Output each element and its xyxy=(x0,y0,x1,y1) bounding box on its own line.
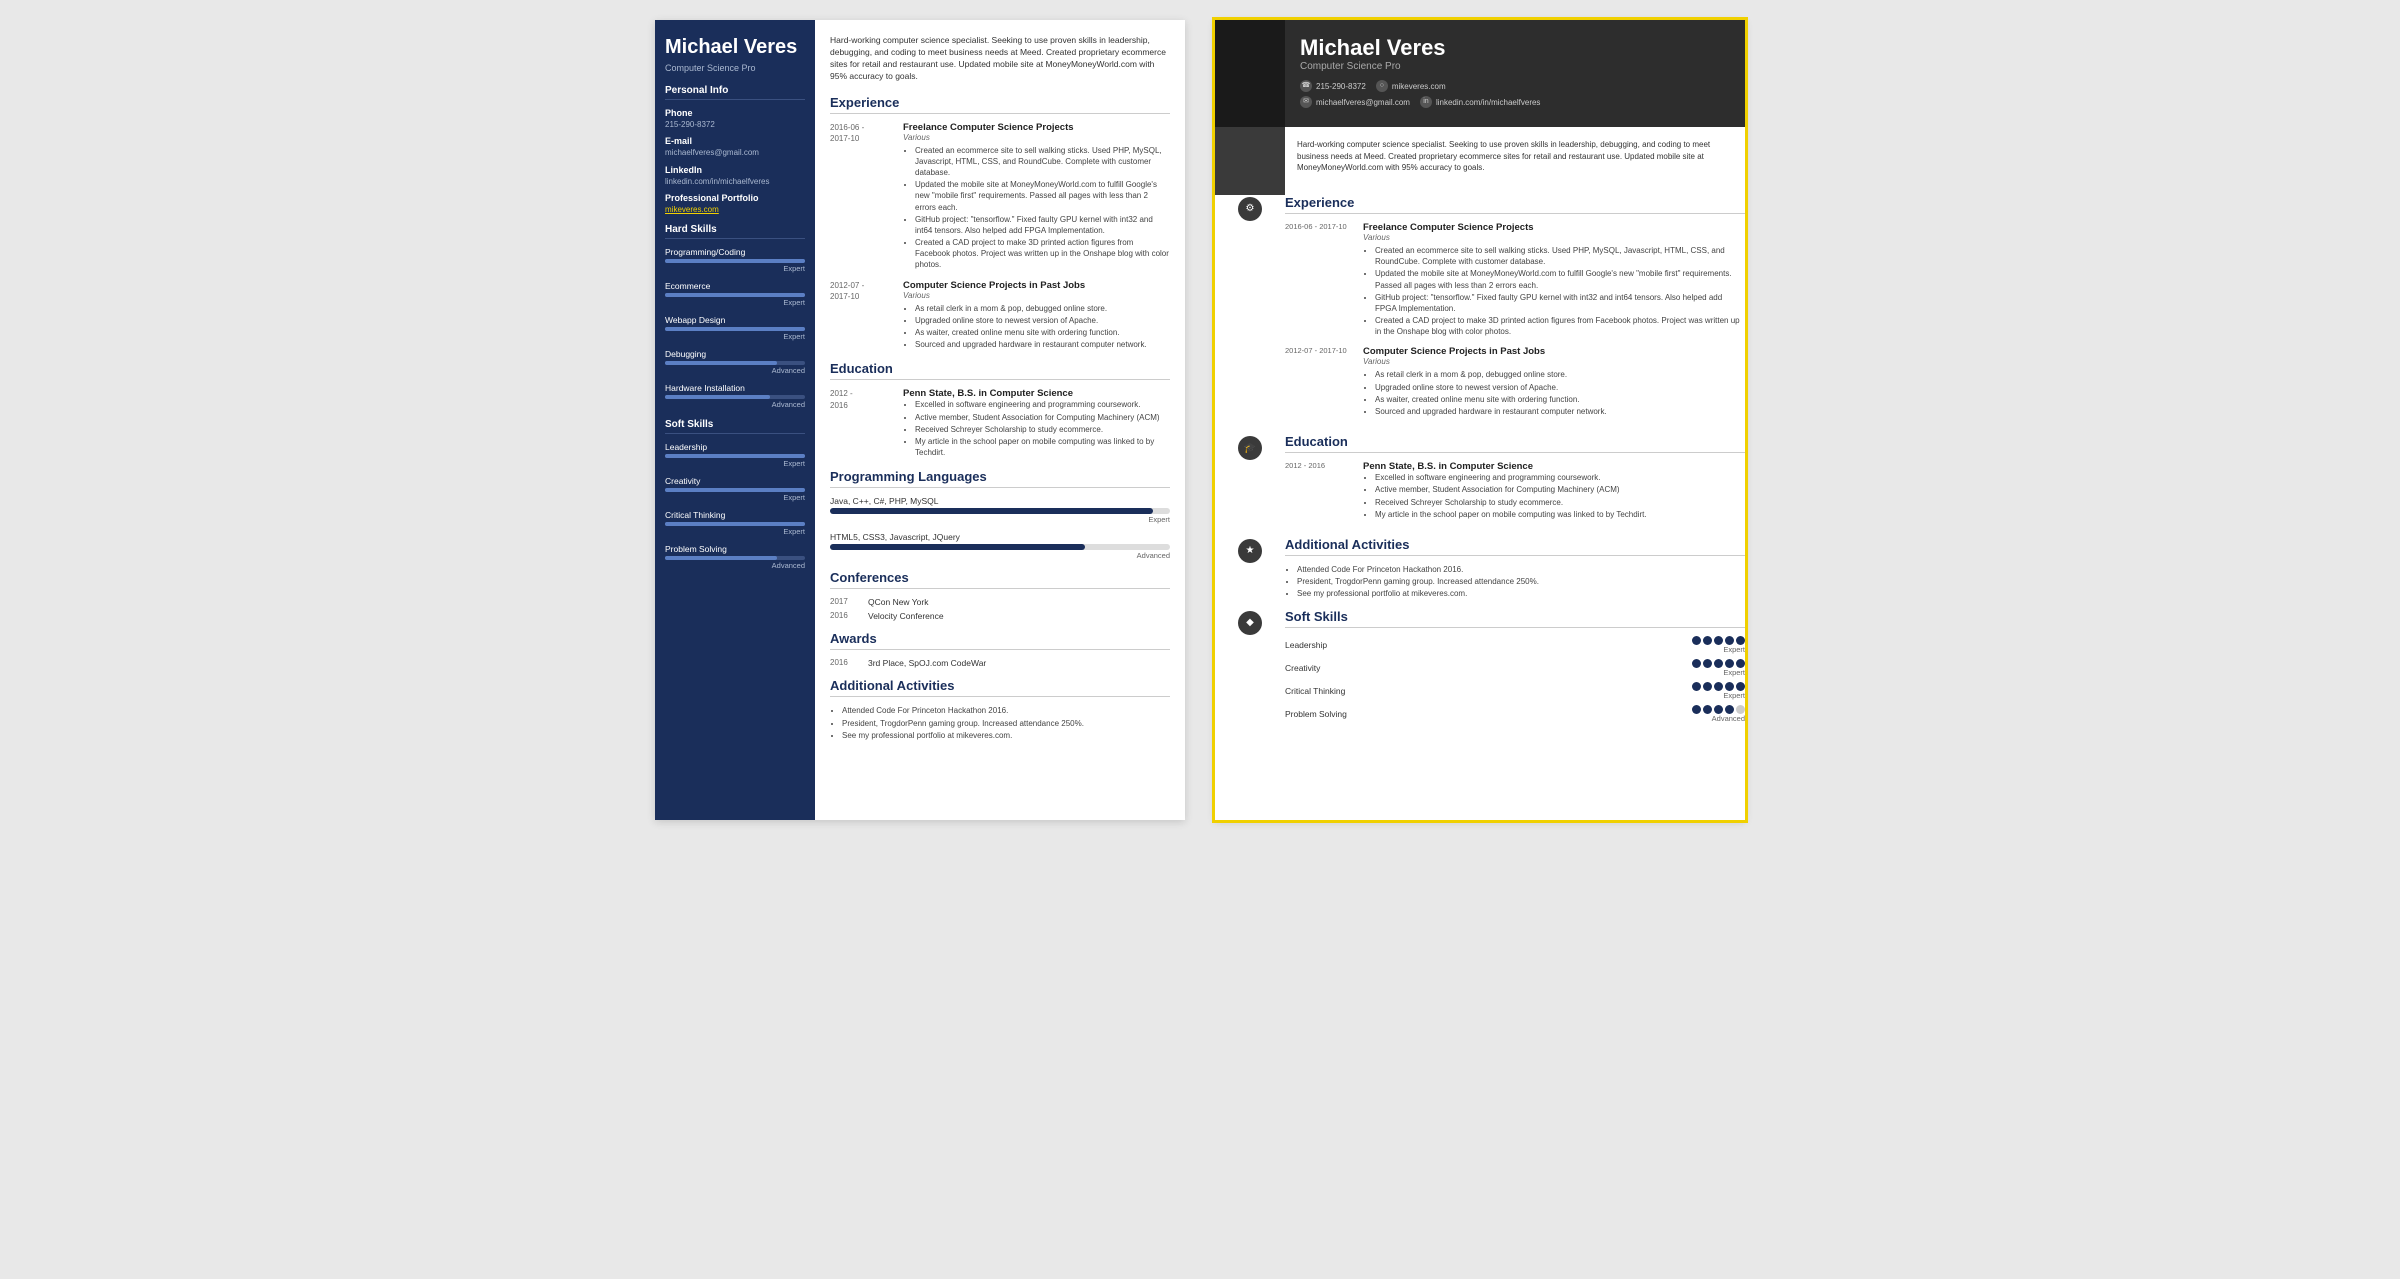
r2-soft-skills-section: ◆ Soft Skills Leadership Expert xyxy=(1215,609,1745,728)
resume2-name: Michael Veres xyxy=(1300,35,1730,61)
r2-experience-content: Experience 2016-06 - 2017-10 Freelance C… xyxy=(1285,195,1745,426)
r2-skill-critical: Critical Thinking Expert xyxy=(1285,682,1745,700)
r2-soft-skills-title: Soft Skills xyxy=(1285,609,1745,628)
r2-experience-section: ⚙ Experience 2016-06 - 2017-10 Freelance… xyxy=(1215,195,1745,426)
r2-experience-title: Experience xyxy=(1285,195,1745,214)
email-icon: ✉ xyxy=(1300,96,1312,108)
resume1-title: Computer Science Pro xyxy=(665,63,805,73)
resume2-contact-row-1: ☎ 215-290-8372 ○ mikeveres.com xyxy=(1300,80,1730,92)
website-icon: ○ xyxy=(1376,80,1388,92)
phone-value: 215-290-8372 xyxy=(665,120,805,130)
exp-entry-2: 2012-07 -2017-10 Computer Science Projec… xyxy=(830,280,1170,352)
r2-education-title: Education xyxy=(1285,434,1745,453)
experience-icon: ⚙ xyxy=(1238,197,1262,221)
linkedin-icon: in xyxy=(1420,96,1432,108)
skill-critical: Critical Thinking Expert xyxy=(665,510,805,536)
resume2-header-content: Michael Veres Computer Science Pro ☎ 215… xyxy=(1285,20,1745,127)
education-section-title: Education xyxy=(830,361,1170,380)
resume1-main: Hard-working computer science specialist… xyxy=(815,20,1185,820)
exp-entry-1: 2016-06 -2017-10 Freelance Computer Scie… xyxy=(830,122,1170,272)
prog-lang-1: Java, C++, C#, PHP, MySQL Expert xyxy=(830,496,1170,524)
portfolio-label: Professional Portfolio xyxy=(665,193,805,203)
r2-activities-icon-wrap: ★ xyxy=(1215,537,1285,601)
skill-debugging: Debugging Advanced xyxy=(665,349,805,375)
r2-education-icon-wrap: 🎓 xyxy=(1215,434,1285,529)
skill-programming: Programming/Coding Expert xyxy=(665,247,805,273)
resume1-sidebar: Michael Veres Computer Science Pro Perso… xyxy=(655,20,815,820)
r2-education-section: 🎓 Education 2012 - 2016 Penn State, B.S.… xyxy=(1215,434,1745,529)
skill-webapp: Webapp Design Expert xyxy=(665,315,805,341)
prog-lang-2: HTML5, CSS3, Javascript, JQuery Advanced xyxy=(830,532,1170,560)
r2-skill-leadership: Leadership Expert xyxy=(1285,636,1745,654)
education-icon: 🎓 xyxy=(1238,436,1262,460)
resume2-summary: Hard-working computer science specialist… xyxy=(1297,139,1733,173)
r2-soft-skills-icon-wrap: ◆ xyxy=(1215,609,1285,728)
resume2-contact-row-2: ✉ michaelfveres@gmail.com in linkedin.co… xyxy=(1300,96,1730,108)
resume2-sidebar xyxy=(1215,127,1285,195)
conf-section-title: Conferences xyxy=(830,570,1170,589)
conf-1: 2017 QCon New York xyxy=(830,597,1170,607)
resume1-name: Michael Veres xyxy=(665,35,805,59)
prog-lang-section-title: Programming Languages xyxy=(830,469,1170,488)
r2-soft-skills-content: Soft Skills Leadership Expert Creativity xyxy=(1285,609,1745,728)
activities-icon: ★ xyxy=(1238,539,1262,563)
edu-entry-1: 2012 -2016 Penn State, B.S. in Computer … xyxy=(830,388,1170,459)
email-label: E-mail xyxy=(665,136,805,146)
r2-exp-2: 2012-07 - 2017-10 Computer Science Proje… xyxy=(1285,346,1745,418)
email-value: michaelfveres@gmail.com xyxy=(665,148,805,158)
personal-info-label: Personal Info xyxy=(665,85,805,100)
resume-1: Michael Veres Computer Science Pro Perso… xyxy=(655,20,1185,820)
phone-label: Phone xyxy=(665,108,805,118)
award-1: 2016 3rd Place, SpOJ.com CodeWar xyxy=(830,658,1170,668)
resume2-header-accent xyxy=(1215,20,1285,127)
activities-section-title: Additional Activities xyxy=(830,678,1170,697)
skill-leadership: Leadership Expert xyxy=(665,442,805,468)
skill-ecommerce: Ecommerce Expert xyxy=(665,281,805,307)
resume2-website: ○ mikeveres.com xyxy=(1376,80,1446,92)
portfolio-link[interactable]: mikeveres.com xyxy=(665,205,805,214)
r2-skill-creativity: Creativity Expert xyxy=(1285,659,1745,677)
soft-skills-label: Soft Skills xyxy=(665,419,805,434)
awards-section-title: Awards xyxy=(830,631,1170,650)
resume2-main: Hard-working computer science specialist… xyxy=(1285,127,1745,195)
resume2-header: Michael Veres Computer Science Pro ☎ 215… xyxy=(1215,20,1745,127)
phone-icon: ☎ xyxy=(1300,80,1312,92)
skill-problem: Problem Solving Advanced xyxy=(665,544,805,570)
r2-edu-1: 2012 - 2016 Penn State, B.S. in Computer… xyxy=(1285,461,1745,521)
skill-hardware: Hardware Installation Advanced xyxy=(665,383,805,409)
r2-skill-problem: Problem Solving Advanced xyxy=(1285,705,1745,723)
r2-education-content: Education 2012 - 2016 Penn State, B.S. i… xyxy=(1285,434,1745,529)
r2-exp-1: 2016-06 - 2017-10 Freelance Computer Sci… xyxy=(1285,222,1745,339)
soft-skills-icon: ◆ xyxy=(1238,611,1262,635)
resume2-phone: ☎ 215-290-8372 xyxy=(1300,80,1366,92)
r2-experience-icon-wrap: ⚙ xyxy=(1215,195,1285,426)
hard-skills-label: Hard Skills xyxy=(665,224,805,239)
r2-activities-section: ★ Additional Activities Attended Code Fo… xyxy=(1215,537,1745,601)
resume2-body: Hard-working computer science specialist… xyxy=(1215,127,1745,195)
resume2-linkedin: in linkedin.com/in/michaelfveres xyxy=(1420,96,1541,108)
linkedin-label: LinkedIn xyxy=(665,165,805,175)
experience-section-title: Experience xyxy=(830,95,1170,114)
resume-2: Michael Veres Computer Science Pro ☎ 215… xyxy=(1215,20,1745,820)
resume2-email: ✉ michaelfveres@gmail.com xyxy=(1300,96,1410,108)
linkedin-value: linkedin.com/in/michaelfveres xyxy=(665,177,805,187)
r2-activities-content: Additional Activities Attended Code For … xyxy=(1285,537,1745,601)
resume2-title: Computer Science Pro xyxy=(1300,61,1730,72)
r2-activities-list: Attended Code For Princeton Hackathon 20… xyxy=(1285,564,1745,600)
r2-activities-title: Additional Activities xyxy=(1285,537,1745,556)
skill-creativity: Creativity Expert xyxy=(665,476,805,502)
resume1-summary: Hard-working computer science specialist… xyxy=(830,35,1170,83)
activities-list: Attended Code For Princeton Hackathon 20… xyxy=(830,705,1170,741)
conf-2: 2016 Velocity Conference xyxy=(830,611,1170,621)
